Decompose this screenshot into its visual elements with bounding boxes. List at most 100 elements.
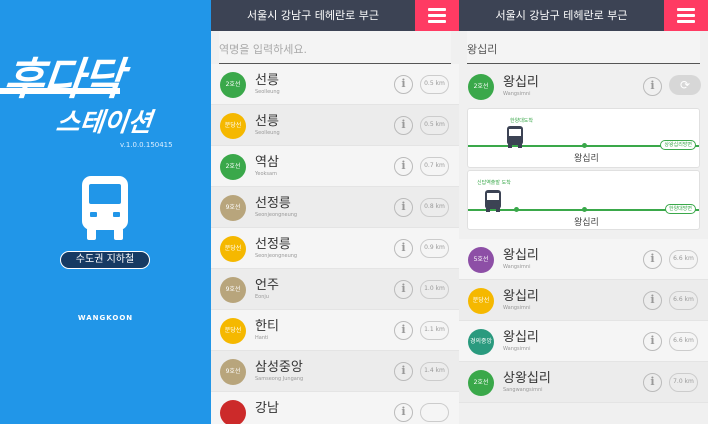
station-dot bbox=[582, 207, 587, 212]
line-badge: 분당선 bbox=[220, 318, 246, 344]
station-row[interactable]: 분당선 선정릉 Seonjeongneung i 0.9 km bbox=[211, 228, 459, 269]
line-badge: 분당선 bbox=[220, 236, 246, 262]
distance-badge: 0.9 km bbox=[420, 239, 449, 258]
splash-screen: 후다닥 스테이션 v.1.0.0.150415 수도권 지하철 WANGKOON bbox=[0, 0, 211, 424]
distance-badge: 0.5 km bbox=[420, 116, 449, 135]
line-badge bbox=[220, 400, 246, 424]
arrival-label: 한양대도착 bbox=[510, 118, 534, 124]
station-label: 왕십리 bbox=[574, 218, 599, 228]
info-icon[interactable]: i bbox=[643, 373, 662, 392]
distance-badge: 0.7 km bbox=[420, 157, 449, 176]
info-icon[interactable]: i bbox=[394, 362, 413, 381]
station-row[interactable]: 2호선 역삼 Yeoksam i 0.7 km bbox=[211, 146, 459, 187]
info-icon[interactable]: i bbox=[394, 403, 413, 422]
info-icon[interactable]: i bbox=[394, 239, 413, 258]
station-row[interactable]: 5호선 왕십리 Wangsimni i 6.6 km bbox=[459, 239, 708, 280]
current-station-row[interactable]: 2호선 왕십리 Wangsimni i ⟳ bbox=[459, 66, 708, 106]
station-roman: Wangsimni bbox=[503, 264, 531, 270]
direction-label: 한양대방면 bbox=[664, 204, 696, 214]
station-roman: Wangsimni bbox=[503, 305, 531, 311]
info-icon[interactable]: i bbox=[643, 77, 662, 96]
station-row[interactable]: 경의중앙선 왕십리Wangsimni i 6.6 km bbox=[459, 321, 708, 371]
info-icon[interactable]: i bbox=[394, 280, 413, 299]
app-logo: 후다닥 bbox=[1, 54, 126, 105]
refresh-icon[interactable]: ⟳ bbox=[669, 75, 701, 95]
station-name: 왕십리 bbox=[503, 330, 539, 345]
station-row[interactable]: 2호선 선릉 Seolleung i 0.5 km bbox=[211, 64, 459, 105]
station-row[interactable]: 분당선 한티 Hanti i 1.1 km bbox=[211, 310, 459, 351]
distance-badge: 0.5 km bbox=[420, 75, 449, 94]
station-name: 삼성중앙 bbox=[255, 360, 303, 375]
line-badge: 분당선 bbox=[220, 113, 246, 139]
info-icon[interactable]: i bbox=[394, 75, 413, 94]
arrival-label: 신답역출발 도착 bbox=[477, 180, 511, 186]
station-name: 한티 bbox=[255, 319, 279, 334]
app-logo-subtitle: 스테이션 bbox=[54, 108, 154, 138]
menu-icon[interactable] bbox=[664, 0, 708, 31]
info-icon[interactable]: i bbox=[643, 332, 662, 351]
station-search-input[interactable]: 역명을 입력하세요. bbox=[219, 31, 451, 64]
info-icon[interactable]: i bbox=[643, 250, 662, 269]
distance-badge: 7.0 km bbox=[669, 373, 698, 392]
station-roman: Seonjeongneung bbox=[255, 212, 298, 218]
line-badge: 2호선 bbox=[468, 74, 494, 100]
header: 서울시 강남구 테헤란로 부근 bbox=[211, 0, 459, 31]
menu-icon[interactable] bbox=[415, 0, 459, 31]
station-row[interactable]: 강남 i bbox=[211, 392, 459, 424]
station-name: 선릉 bbox=[255, 114, 279, 129]
distance-badge: 1.4 km bbox=[420, 362, 449, 381]
bus-icon bbox=[507, 126, 523, 148]
station-list: 5호선 왕십리 Wangsimni i 6.6 km 분당선 왕십리 Wangsimni i 6.… bbox=[459, 239, 708, 403]
version-label: v.1.0.0.150415 bbox=[120, 141, 173, 149]
station-row[interactable]: 분당선 왕십리 Wangsimni i 6.6 km bbox=[459, 280, 708, 321]
distance-badge: 1.1 km bbox=[420, 321, 449, 340]
line-badge: 9호선 bbox=[220, 195, 246, 221]
info-icon[interactable]: i bbox=[643, 291, 662, 310]
location-title: 서울시 강남구 테헤란로 부근 bbox=[495, 9, 628, 22]
info-icon[interactable]: i bbox=[394, 198, 413, 217]
section-title: 왕십리 bbox=[467, 31, 700, 64]
station-dot bbox=[514, 207, 519, 212]
station-row[interactable]: 9호선 선정릉 Seonjeongneung i 0.8 km bbox=[211, 187, 459, 228]
distance-badge bbox=[420, 403, 449, 422]
station-list: 2호선 선릉 Seolleung i 0.5 km 분당선 선릉 Seolleung i 0.5 … bbox=[211, 64, 459, 424]
info-icon[interactable]: i bbox=[394, 116, 413, 135]
bus-icon bbox=[485, 190, 501, 212]
brand-label: WANGKOON bbox=[77, 314, 134, 322]
station-name: 왕십리 bbox=[503, 289, 539, 304]
info-icon[interactable]: i bbox=[394, 321, 413, 340]
arrival-card: 한양대도착 왕십리 상왕십리방면 bbox=[467, 108, 700, 168]
direction-label: 상왕십리방면 bbox=[660, 140, 696, 150]
station-roman: Yeoksam bbox=[255, 171, 277, 177]
station-roman: Seonjeongneung bbox=[255, 253, 298, 259]
line-badge: 5호선 bbox=[468, 247, 494, 273]
distance-badge: 0.8 km bbox=[420, 198, 449, 217]
line-badge: 2호선 bbox=[468, 370, 494, 396]
station-row[interactable]: 분당선 선릉 Seolleung i 0.5 km bbox=[211, 105, 459, 146]
line-badge: 9호선 bbox=[220, 277, 246, 303]
distance-badge: 1.0 km bbox=[420, 280, 449, 299]
station-search-panel: 서울시 강남구 테헤란로 부근 역명을 입력하세요. 2호선 선릉 Seolleun… bbox=[211, 0, 459, 424]
line-badge: 2호선 bbox=[220, 72, 246, 98]
distance-badge: 6.6 km bbox=[669, 250, 698, 269]
info-icon[interactable]: i bbox=[394, 157, 413, 176]
bus-icon bbox=[82, 176, 128, 240]
station-detail-panel: 서울시 강남구 테헤란로 부근 왕십리 2호선 왕십리 Wangsimni i … bbox=[459, 0, 708, 424]
arrival-card: 신답역출발 도착 왕십리 한양대방면 bbox=[467, 170, 700, 230]
station-roman: Wangsimni bbox=[503, 91, 531, 97]
station-row[interactable]: 2호선 상왕십리 Sangwangsimni i 7.0 km bbox=[459, 362, 708, 403]
station-roman: Eonju bbox=[255, 294, 269, 300]
location-title: 서울시 강남구 테헤란로 부근 bbox=[247, 9, 379, 22]
station-roman: Hanti bbox=[255, 335, 269, 341]
station-name: 선릉 bbox=[255, 73, 279, 88]
header: 서울시 강남구 테헤란로 부근 bbox=[459, 0, 708, 31]
distance-badge: 6.6 km bbox=[669, 332, 698, 351]
metro-select-button[interactable]: 수도권 지하철 bbox=[60, 251, 150, 269]
station-name: 선정릉 bbox=[255, 196, 291, 211]
station-row[interactable]: 9호선 언주 Eonju i 1.0 km bbox=[211, 269, 459, 310]
station-roman: Sangwangsimni bbox=[503, 387, 543, 393]
line-badge: 경의중앙선 bbox=[468, 329, 494, 371]
station-name: 언주 bbox=[255, 278, 279, 293]
station-roman: Seolleung bbox=[255, 89, 280, 95]
station-row[interactable]: 9호선 삼성중앙 Samseong Jungang i 1.4 km bbox=[211, 351, 459, 392]
